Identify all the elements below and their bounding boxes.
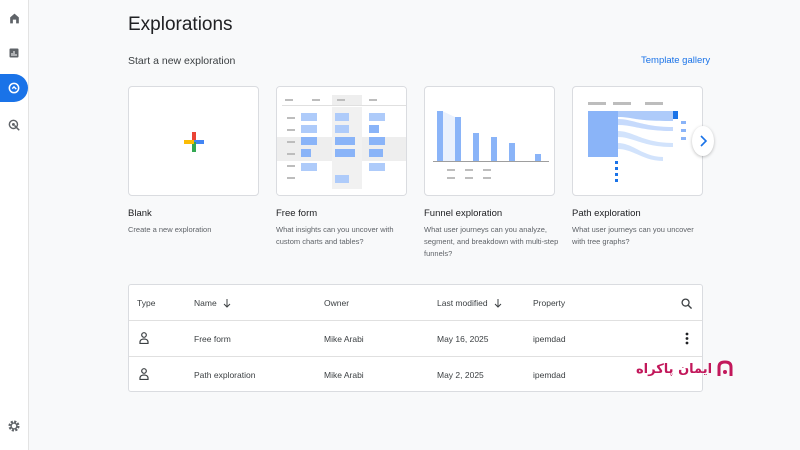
row-property: ipemdad [533, 370, 566, 380]
header-type: Type [137, 298, 155, 308]
header-owner: Owner [324, 298, 349, 308]
more-vert-icon[interactable] [685, 332, 689, 345]
card-blank[interactable] [128, 86, 259, 196]
search-icon[interactable] [681, 296, 693, 314]
carousel-next-button[interactable] [692, 126, 714, 156]
header-last-modified[interactable]: Last modified [437, 298, 502, 308]
settings-icon[interactable] [0, 412, 28, 440]
card-path[interactable] [572, 86, 703, 196]
chevron-right-icon [700, 135, 708, 147]
watermark: ایمان پاکراه [636, 360, 734, 378]
card-title-free-form: Free form [276, 208, 318, 219]
header-property: Property [533, 298, 565, 308]
card-funnel[interactable] [424, 86, 555, 196]
card-title-funnel: Funnel exploration [424, 208, 503, 219]
person-icon [139, 368, 149, 380]
table-row[interactable]: Free form Mike Arabi May 16, 2025 ipemda… [129, 320, 702, 356]
page-title: Explorations [128, 14, 233, 35]
row-owner: Mike Arabi [324, 370, 364, 380]
header-type-label: Type [137, 298, 156, 308]
section-subtitle: Start a new exploration [128, 55, 236, 67]
header-modified-label: Last modified [437, 298, 488, 308]
header-property-label: Property [533, 298, 566, 308]
card-title-path: Path exploration [572, 208, 641, 219]
plus-icon [184, 132, 204, 152]
arrow-down-icon [494, 298, 501, 308]
row-name[interactable]: Free form [194, 334, 231, 344]
explorations-table: Type Name Owner Last modified Property F… [128, 284, 703, 392]
row-property: ipemdad [533, 334, 566, 344]
home-icon[interactable] [0, 4, 28, 32]
free-form-thumbnail [277, 87, 406, 195]
row-modified: May 2, 2025 [437, 370, 484, 380]
card-desc-funnel: What user journeys can you analyze, segm… [424, 225, 559, 258]
advertising-icon[interactable] [0, 111, 28, 139]
path-thumbnail [588, 102, 686, 182]
explore-icon[interactable] [0, 74, 28, 102]
card-desc-blank: Create a new exploration [128, 225, 212, 234]
card-desc-free-form: What insights can you uncover with custo… [276, 225, 394, 246]
arrow-down-icon [223, 298, 231, 308]
watermark-logo-icon [717, 360, 733, 376]
funnel-thumbnail [433, 111, 549, 179]
header-owner-label: Owner [324, 298, 350, 308]
row-owner: Mike Arabi [324, 334, 364, 344]
card-free-form[interactable] [276, 86, 407, 196]
template-gallery-link[interactable]: Template gallery [641, 55, 710, 66]
row-modified: May 16, 2025 [437, 334, 489, 344]
left-nav-rail [0, 0, 29, 450]
person-icon [139, 332, 149, 344]
watermark-text: ایمان پاکراه [636, 361, 713, 377]
card-desc-path: What user journeys can you uncover with … [572, 225, 694, 246]
row-name[interactable]: Path exploration [194, 370, 255, 380]
table-row[interactable]: Path exploration Mike Arabi May 2, 2025 … [129, 356, 702, 392]
header-name[interactable]: Name [194, 298, 231, 308]
card-title-blank: Blank [128, 208, 152, 219]
header-name-label: Name [194, 298, 217, 308]
reports-icon[interactable] [0, 39, 28, 67]
